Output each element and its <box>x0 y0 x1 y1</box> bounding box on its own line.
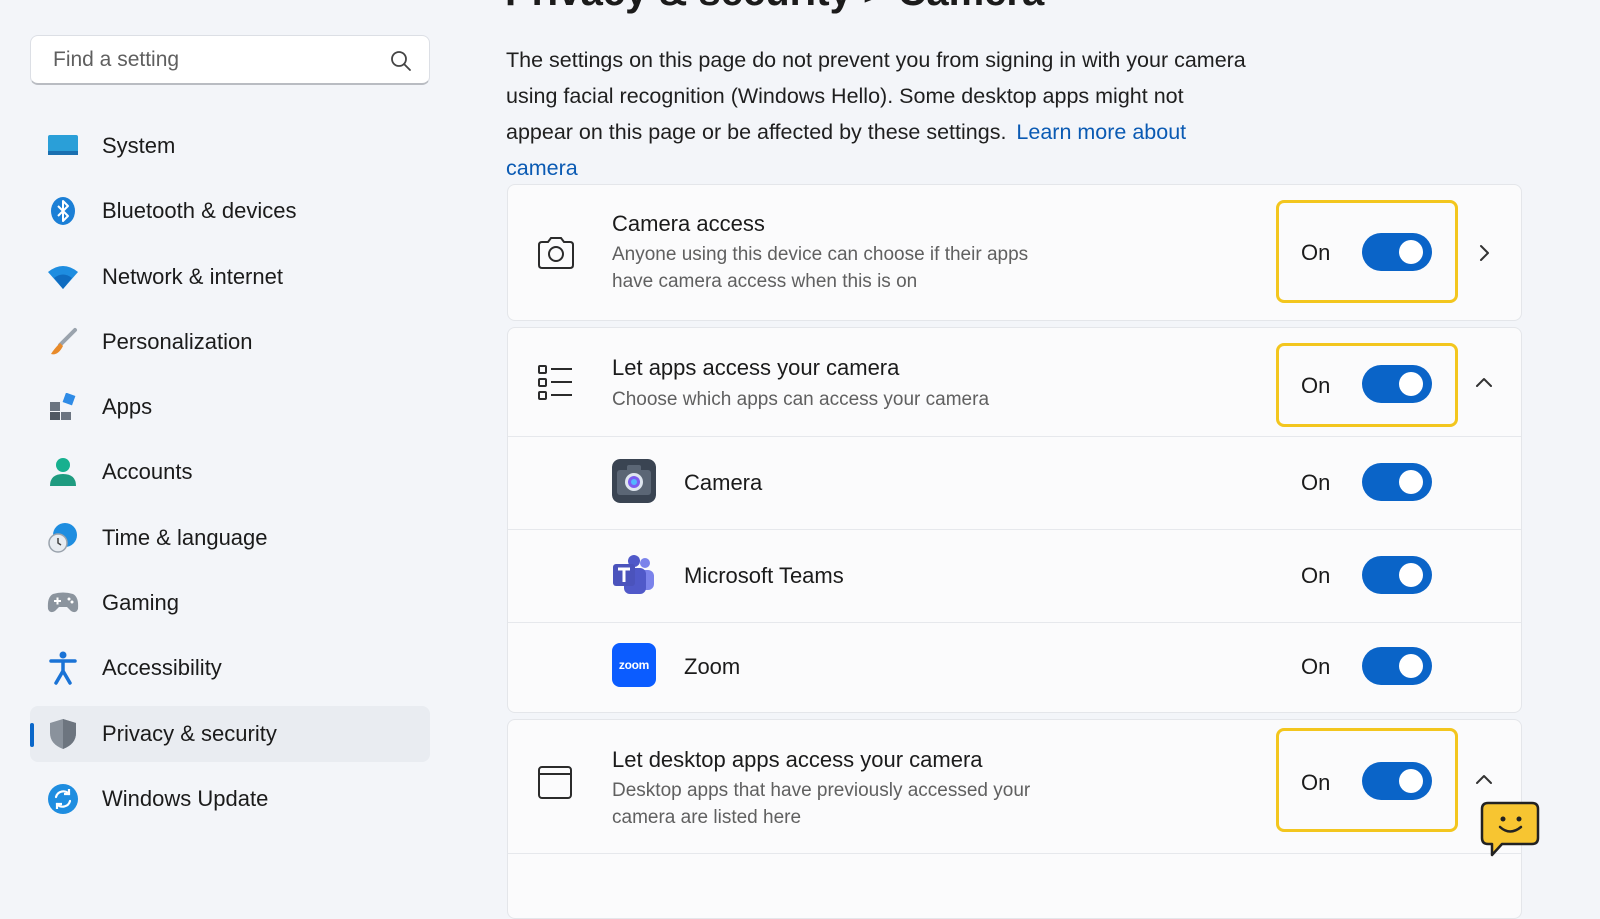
page-title: Privacy & security > Camera <box>505 0 1044 15</box>
camera-outline-icon <box>538 237 574 269</box>
app-name: Microsoft Teams <box>684 563 844 588</box>
app-state: On <box>1301 654 1331 679</box>
accessibility-icon <box>47 651 79 686</box>
desktop-apps-toggle[interactable] <box>1362 762 1432 800</box>
intro-text: The settings on this page do not prevent… <box>506 42 1246 186</box>
divider <box>508 853 1521 854</box>
wifi-icon <box>47 261 79 293</box>
sidebar-item-label: Accounts <box>102 459 193 485</box>
sidebar-item-label: Apps <box>102 394 153 420</box>
sidebar-item-gaming[interactable]: Gaming <box>30 575 430 631</box>
camera-app-toggle[interactable] <box>1362 463 1432 501</box>
sidebar-nav: System Bluetooth & devices Network & int… <box>30 118 430 836</box>
sidebar-item-label: Windows Update <box>102 785 269 811</box>
desktop-apps-card: Let desktop apps access your camera Desk… <box>507 719 1522 919</box>
app-name: Zoom <box>684 654 741 679</box>
apps-icon <box>47 391 79 423</box>
zoom-icon-text: zoom <box>618 658 650 672</box>
camera-access-toggle[interactable] <box>1362 233 1432 271</box>
app-row-teams[interactable]: Microsoft Teams On <box>508 530 1521 622</box>
desktop-apps-title: Let desktop apps access your camera <box>612 747 983 772</box>
sidebar-item-accessibility[interactable]: Accessibility <box>30 640 430 696</box>
zoom-icon: zoom <box>612 643 656 687</box>
monitor-icon <box>47 130 79 162</box>
sidebar-item-bluetooth[interactable]: Bluetooth & devices <box>30 183 430 239</box>
sidebar-item-apps[interactable]: Apps <box>30 379 430 435</box>
camera-access-card[interactable]: Camera access Anyone using this device c… <box>507 184 1522 321</box>
globe-clock-icon <box>47 522 79 554</box>
sidebar-item-label: System <box>102 133 176 158</box>
search-input[interactable] <box>51 46 385 73</box>
sidebar-item-label: Bluetooth & devices <box>102 198 297 224</box>
search-box[interactable] <box>30 35 430 85</box>
chevron-right-icon[interactable] <box>1474 243 1494 263</box>
toggle-knob <box>1399 563 1423 587</box>
chevron-up-icon[interactable] <box>1474 770 1494 790</box>
sidebar-item-windows-update[interactable]: Windows Update <box>30 771 430 827</box>
search-icon[interactable] <box>389 49 413 73</box>
feedback-smiley-icon[interactable] <box>1480 800 1540 858</box>
app-state: On <box>1301 563 1331 588</box>
let-apps-title: Let apps access your camera <box>612 355 900 380</box>
sidebar-item-system[interactable]: System <box>30 118 430 174</box>
camera-access-state: On <box>1301 240 1331 265</box>
window-icon <box>538 766 572 799</box>
zoom-app-toggle[interactable] <box>1362 647 1432 685</box>
shield-icon <box>47 718 79 750</box>
desktop-apps-state: On <box>1301 770 1331 795</box>
app-row-camera[interactable]: Camera On <box>508 437 1521 529</box>
sidebar-item-accounts[interactable]: Accounts <box>30 444 430 500</box>
let-apps-toggle[interactable] <box>1362 365 1432 403</box>
desktop-apps-row[interactable]: Let desktop apps access your camera Desk… <box>508 720 1521 853</box>
bluetooth-icon <box>47 195 79 227</box>
app-row-zoom[interactable]: zoom Zoom On <box>508 623 1521 714</box>
sidebar-item-label: Privacy & security <box>102 720 277 746</box>
chevron-up-icon[interactable] <box>1474 373 1494 393</box>
sidebar-item-personalization[interactable]: Personalization <box>30 314 430 370</box>
brush-icon <box>47 326 79 358</box>
sidebar-item-network[interactable]: Network & internet <box>30 249 430 305</box>
toggle-knob <box>1399 240 1423 264</box>
toggle-knob <box>1399 372 1423 396</box>
sidebar-item-label: Gaming <box>102 590 180 616</box>
list-icon <box>538 365 572 400</box>
sidebar-item-label: Network & internet <box>102 263 283 289</box>
app-name: Camera <box>684 470 763 495</box>
sidebar-item-label: Personalization <box>102 328 253 354</box>
sidebar-item-label: Accessibility <box>102 655 222 681</box>
teams-icon <box>613 555 654 594</box>
camera-access-title: Camera access <box>612 211 765 236</box>
sidebar-item-label: Time & language <box>102 524 268 550</box>
toggle-knob <box>1399 769 1423 793</box>
gamepad-icon <box>47 587 79 619</box>
toggle-knob <box>1399 470 1423 494</box>
let-apps-state: On <box>1301 373 1331 398</box>
sidebar: System Bluetooth & devices Network & int… <box>0 0 470 900</box>
sidebar-item-privacy-security[interactable]: Privacy & security <box>30 705 430 762</box>
teams-app-toggle[interactable] <box>1362 556 1432 594</box>
app-state: On <box>1301 470 1331 495</box>
let-apps-description: Choose which apps can access your camera <box>612 389 990 410</box>
camera-app-icon <box>612 459 656 503</box>
camera-access-description: Anyone using this device can choose if t… <box>612 244 1029 292</box>
toggle-knob <box>1399 654 1423 678</box>
let-apps-row[interactable]: Let apps access your camera Choose which… <box>508 328 1521 436</box>
person-icon <box>47 456 79 488</box>
let-apps-card: Let apps access your camera Choose which… <box>507 327 1522 713</box>
sidebar-item-time-language[interactable]: Time & language <box>30 510 430 566</box>
update-icon <box>47 783 79 815</box>
desktop-apps-description: Desktop apps that have previously access… <box>612 780 1031 828</box>
